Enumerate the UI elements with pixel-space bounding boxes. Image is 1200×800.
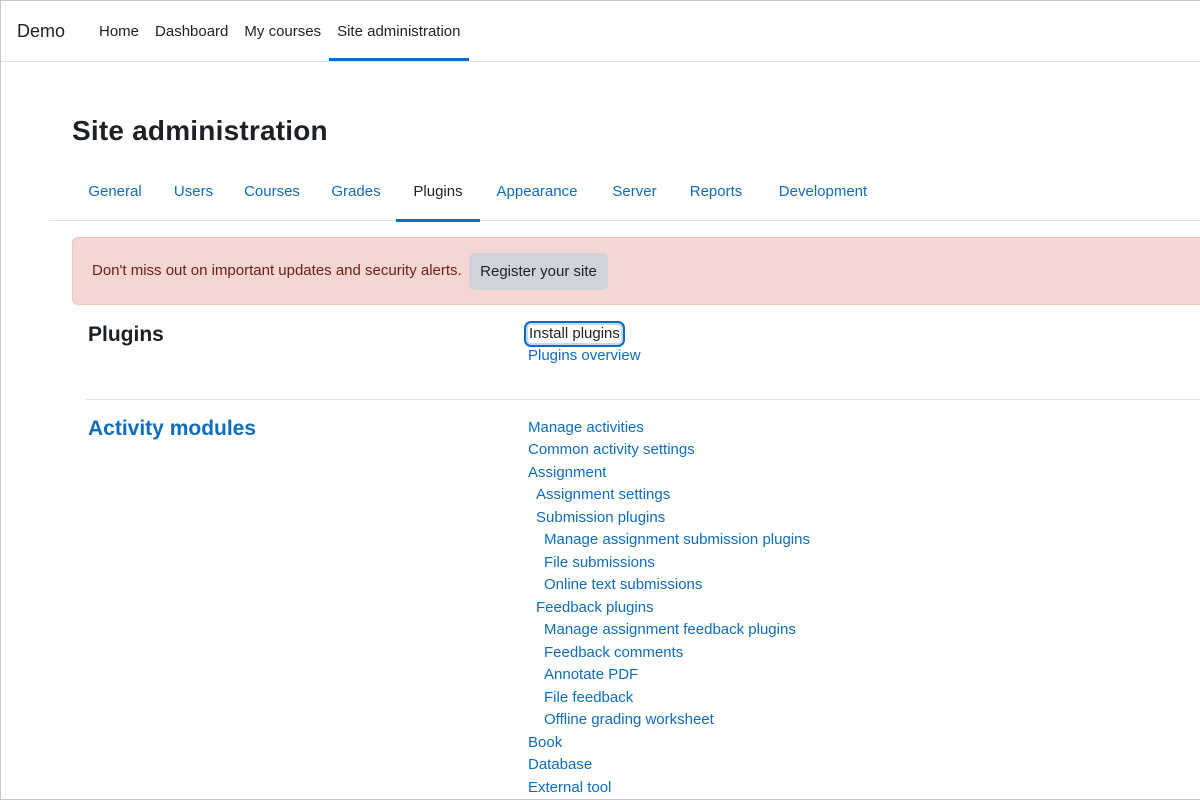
annotate-pdf-link[interactable]: Annotate PDF (544, 666, 638, 684)
database-link[interactable]: Database (528, 756, 592, 774)
browser-frame: Demo Home Dashboard My courses Site admi… (0, 0, 1200, 800)
file-submissions-link[interactable]: File submissions (544, 554, 655, 572)
online-text-submissions-link[interactable]: Online text submissions (544, 576, 702, 594)
file-feedback-link[interactable]: File feedback (544, 689, 633, 707)
feedback-comments-link[interactable]: Feedback comments (544, 644, 683, 662)
section-divider (86, 399, 1200, 400)
offline-grading-worksheet-link[interactable]: Offline grading worksheet (544, 711, 714, 729)
activity-modules-heading[interactable]: Activity modules (88, 417, 256, 441)
submission-plugins-link[interactable]: Submission plugins (536, 509, 665, 527)
nav-home[interactable]: Home (91, 1, 147, 61)
plugins-heading: Plugins (88, 323, 164, 346)
admin-tabs: General Users Courses Grades Plugins App… (49, 161, 1200, 222)
tab-general[interactable]: General (73, 161, 157, 221)
manage-activities-link[interactable]: Manage activities (528, 419, 644, 437)
external-tool-link[interactable]: External tool (528, 779, 611, 797)
alert-message: Don't miss out on important updates and … (92, 262, 462, 279)
site-brand[interactable]: Demo (17, 21, 65, 42)
assignment-settings-link[interactable]: Assignment settings (536, 486, 670, 504)
plugins-overview-link[interactable]: Plugins overview (528, 347, 641, 365)
registration-alert: Don't miss out on important updates and … (72, 237, 1200, 305)
tab-users[interactable]: Users (157, 161, 230, 221)
tab-appearance[interactable]: Appearance (480, 161, 594, 221)
install-plugins-link[interactable]: Install plugins (524, 321, 625, 347)
tab-plugins[interactable]: Plugins (396, 161, 480, 222)
assignment-link[interactable]: Assignment (528, 464, 606, 482)
top-navbar: Demo Home Dashboard My courses Site admi… (1, 1, 1200, 62)
feedback-plugins-link[interactable]: Feedback plugins (536, 599, 654, 617)
tab-courses[interactable]: Courses (230, 161, 314, 221)
book-link[interactable]: Book (528, 734, 562, 752)
common-activity-settings-link[interactable]: Common activity settings (528, 441, 695, 459)
nav-my-courses[interactable]: My courses (236, 1, 329, 61)
manage-feedback-plugins-link[interactable]: Manage assignment feedback plugins (544, 621, 796, 639)
tab-server[interactable]: Server (594, 161, 675, 221)
nav-site-administration[interactable]: Site administration (329, 1, 469, 61)
manage-submission-plugins-link[interactable]: Manage assignment submission plugins (544, 531, 810, 549)
tab-grades[interactable]: Grades (314, 161, 398, 221)
tab-reports[interactable]: Reports (675, 161, 757, 221)
nav-dashboard[interactable]: Dashboard (147, 1, 236, 61)
tab-development[interactable]: Development (757, 161, 889, 221)
primary-navigation: Home Dashboard My courses Site administr… (91, 1, 469, 61)
register-site-button[interactable]: Register your site (469, 253, 608, 290)
page-title: Site administration (72, 115, 328, 146)
